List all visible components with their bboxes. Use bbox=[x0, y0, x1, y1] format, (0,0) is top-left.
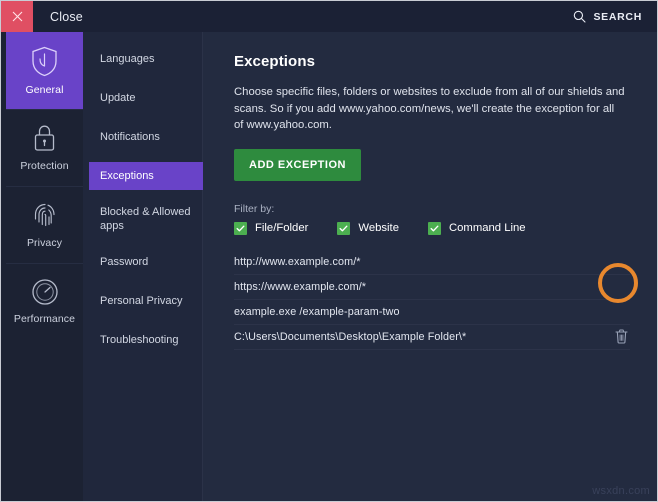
check-icon bbox=[236, 224, 245, 233]
shield-icon bbox=[31, 46, 58, 77]
menu-item-languages[interactable]: Languages bbox=[89, 45, 203, 73]
close-label[interactable]: Close bbox=[50, 10, 83, 24]
sidebar-item-performance[interactable]: Performance bbox=[6, 263, 83, 340]
application-window: Close SEARCH General Protection bbox=[0, 0, 658, 502]
exception-value: C:\Users\Documents\Desktop\Example Folde… bbox=[234, 331, 466, 343]
checkbox-checked-icon[interactable] bbox=[428, 222, 441, 235]
checkbox-checked-icon[interactable] bbox=[234, 222, 247, 235]
menu-label: Blocked & Allowed apps bbox=[100, 205, 203, 233]
filter-by-label: Filter by: bbox=[234, 203, 629, 215]
sidebar-item-privacy[interactable]: Privacy bbox=[6, 186, 83, 263]
title-bar: Close SEARCH bbox=[1, 1, 658, 32]
sidebar-label-protection: Protection bbox=[20, 160, 68, 172]
primary-sidebar: General Protection bbox=[1, 32, 83, 502]
menu-label: Languages bbox=[100, 52, 154, 66]
close-button[interactable] bbox=[1, 1, 33, 32]
exception-value: https://www.example.com/* bbox=[234, 281, 366, 293]
close-x-icon bbox=[12, 11, 23, 22]
sidebar-item-general[interactable]: General bbox=[6, 32, 83, 109]
filter-file-folder[interactable]: File/Folder bbox=[234, 222, 308, 235]
filter-label-command-line: Command Line bbox=[449, 222, 526, 234]
checkbox-checked-icon[interactable] bbox=[337, 222, 350, 235]
exception-row[interactable]: http://www.example.com/* bbox=[234, 250, 630, 275]
filter-label-file-folder: File/Folder bbox=[255, 222, 308, 234]
menu-item-notifications[interactable]: Notifications bbox=[89, 123, 203, 151]
menu-item-blocked-allowed-apps[interactable]: Blocked & Allowed apps bbox=[89, 201, 203, 237]
search-button[interactable]: SEARCH bbox=[573, 10, 642, 23]
delete-exception-button[interactable] bbox=[610, 326, 632, 348]
page-description: Choose specific files, folders or websit… bbox=[234, 84, 626, 134]
search-label: SEARCH bbox=[593, 11, 642, 23]
fingerprint-icon bbox=[32, 200, 58, 230]
filter-website[interactable]: Website bbox=[337, 222, 399, 235]
menu-label: Notifications bbox=[100, 130, 160, 144]
exception-list: http://www.example.com/* https://www.exa… bbox=[234, 250, 630, 350]
sidebar-item-protection[interactable]: Protection bbox=[6, 109, 83, 186]
check-icon bbox=[430, 224, 439, 233]
menu-item-personal-privacy[interactable]: Personal Privacy bbox=[89, 287, 203, 315]
filter-row: File/Folder Website Command Line bbox=[234, 222, 629, 235]
add-exception-button[interactable]: ADD EXCEPTION bbox=[234, 149, 361, 181]
sidebar-label-privacy: Privacy bbox=[27, 237, 62, 249]
exception-row[interactable]: example.exe /example-param-two bbox=[234, 300, 630, 325]
filter-label-website: Website bbox=[358, 222, 399, 234]
sidebar-label-general: General bbox=[25, 84, 63, 96]
main-content: Exceptions Choose specific files, folder… bbox=[204, 32, 658, 502]
menu-item-update[interactable]: Update bbox=[89, 84, 203, 112]
menu-label: Exceptions bbox=[100, 169, 154, 183]
menu-item-exceptions[interactable]: Exceptions bbox=[89, 162, 203, 190]
exception-row[interactable]: C:\Users\Documents\Desktop\Example Folde… bbox=[234, 325, 630, 350]
menu-label: Troubleshooting bbox=[100, 333, 178, 347]
exception-value: example.exe /example-param-two bbox=[234, 306, 400, 318]
check-icon bbox=[339, 224, 348, 233]
page-title: Exceptions bbox=[234, 53, 629, 70]
menu-item-troubleshooting[interactable]: Troubleshooting bbox=[89, 326, 203, 354]
watermark: wsxdn.com bbox=[592, 485, 650, 497]
search-icon bbox=[573, 10, 586, 23]
gauge-icon bbox=[31, 278, 59, 306]
menu-label: Update bbox=[100, 91, 135, 105]
secondary-menu: Languages Update Notifications Exception… bbox=[83, 32, 203, 502]
lock-icon bbox=[32, 123, 57, 153]
menu-label: Personal Privacy bbox=[100, 294, 183, 308]
sidebar-label-performance: Performance bbox=[14, 313, 75, 325]
exception-row[interactable]: https://www.example.com/* bbox=[234, 275, 630, 300]
menu-label: Password bbox=[100, 255, 148, 269]
trash-icon bbox=[615, 329, 628, 344]
menu-item-password[interactable]: Password bbox=[89, 248, 203, 276]
filter-command-line[interactable]: Command Line bbox=[428, 222, 526, 235]
exception-value: http://www.example.com/* bbox=[234, 256, 361, 268]
